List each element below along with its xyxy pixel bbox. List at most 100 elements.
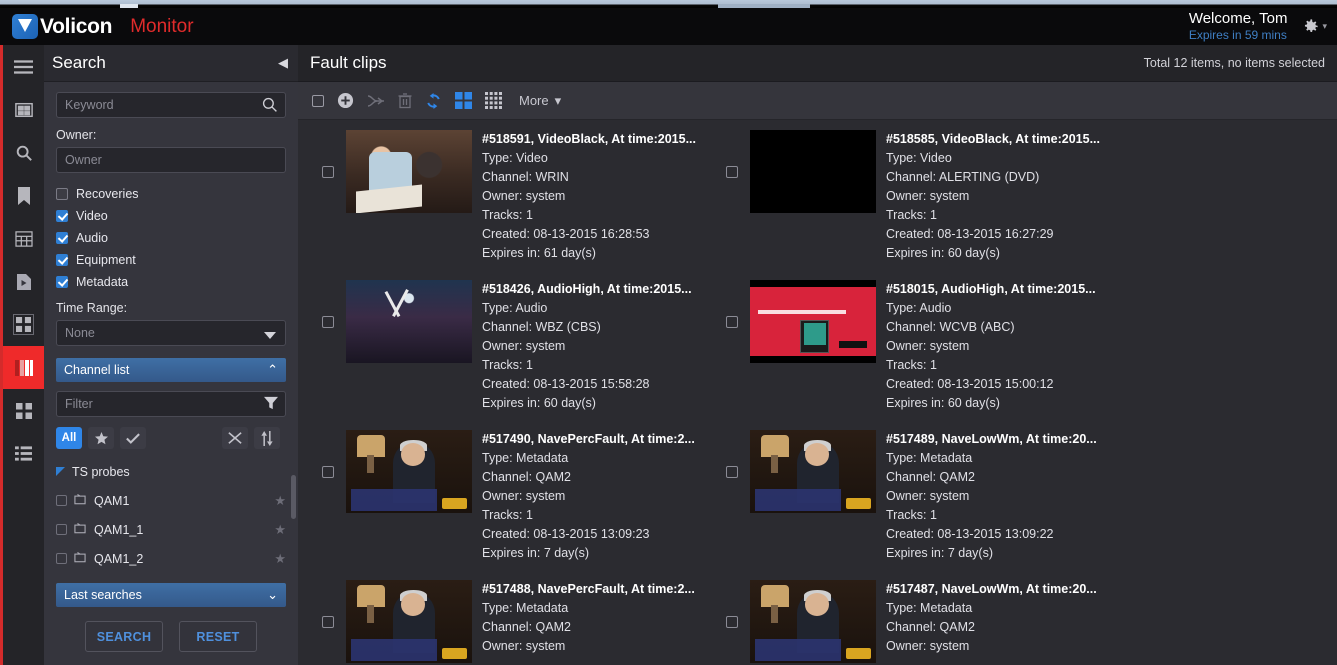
clip-card[interactable]: #517487, NaveLowWm, At time:20... Type: …: [714, 580, 1118, 665]
clip-thumbnail[interactable]: [346, 280, 472, 363]
list-icon: [15, 446, 32, 461]
clip-checkbox[interactable]: [726, 316, 738, 328]
grid-small-icon[interactable]: [485, 92, 502, 109]
time-range-label: Time Range:: [56, 301, 128, 315]
channel-checkbox[interactable]: [56, 524, 67, 535]
clip-card[interactable]: #517488, NavePercFault, At time:2... Typ…: [310, 580, 714, 665]
add-circle-icon[interactable]: [337, 92, 354, 109]
filter-checkbox-video[interactable]: Video: [56, 205, 286, 227]
channel-filter-input[interactable]: Filter: [56, 391, 286, 417]
rail-item-clips[interactable]: [3, 88, 44, 131]
clip-card[interactable]: #518426, AudioHigh, At time:2015... Type…: [310, 280, 714, 430]
favorite-star-icon[interactable]: ★: [274, 522, 286, 538]
main-header: Fault clips Total 12 items, no items sel…: [298, 45, 1337, 82]
clip-thumbnail[interactable]: [346, 580, 472, 663]
clip-checkbox[interactable]: [726, 616, 738, 628]
tree-group-ts-probes[interactable]: TS probes: [56, 457, 286, 486]
trash-icon[interactable]: [398, 92, 412, 109]
tree-item-qam1-1[interactable]: QAM1_1 ★: [56, 515, 286, 544]
rail-item-media[interactable]: [3, 260, 44, 303]
clip-thumbnail[interactable]: [346, 130, 472, 213]
funnel-icon[interactable]: [264, 396, 278, 413]
filter-checkbox-equipment[interactable]: Equipment: [56, 249, 286, 271]
clip-info: #517490, NavePercFault, At time:2... Typ…: [482, 430, 695, 563]
filter-checkbox-audio[interactable]: Audio: [56, 227, 286, 249]
clips-toolbar: More ▾: [298, 82, 1337, 120]
clip-thumbnail[interactable]: [750, 130, 876, 213]
brand-logo[interactable]: Volicon Monitor: [12, 14, 194, 39]
clip-checkbox[interactable]: [322, 166, 334, 178]
clip-card[interactable]: #517490, NavePercFault, At time:2... Typ…: [310, 430, 714, 580]
clip-thumbnail[interactable]: [750, 580, 876, 663]
tree-item-qam1-2[interactable]: QAM1_2 ★: [56, 544, 286, 573]
settings-menu-button[interactable]: ▾: [1301, 17, 1327, 36]
clip-card[interactable]: #518015, AudioHigh, At time:2015... Type…: [714, 280, 1118, 430]
clip-thumbnail[interactable]: [750, 430, 876, 513]
favorite-star-icon[interactable]: ★: [274, 551, 286, 567]
volicon-v-icon: [12, 14, 38, 39]
clip-owner: Owner: system: [482, 189, 566, 203]
clip-info: #518585, VideoBlack, At time:2015... Typ…: [886, 130, 1100, 263]
clip-checkbox[interactable]: [726, 166, 738, 178]
rail-item-search[interactable]: [3, 131, 44, 174]
tv-icon: [74, 493, 86, 508]
filter-checkbox-recoveries[interactable]: Recoveries: [56, 183, 286, 205]
clip-title: #517490, NavePercFault, At time:2...: [482, 432, 695, 446]
clip-card[interactable]: #517489, NaveLowWm, At time:20... Type: …: [714, 430, 1118, 580]
collapse-left-icon[interactable]: ◀: [278, 55, 288, 71]
clip-card[interactable]: #518591, VideoBlack, At time:2015... Typ…: [310, 130, 714, 280]
select-all-checkbox[interactable]: [312, 94, 324, 107]
segment-favorites[interactable]: [88, 427, 114, 449]
rail-item-bookmarks[interactable]: [3, 174, 44, 217]
grid-large-icon[interactable]: [455, 92, 472, 109]
owner-input[interactable]: Owner: [56, 147, 286, 173]
sort-button[interactable]: [254, 427, 280, 449]
shuffle-button[interactable]: [222, 427, 248, 449]
clip-checkbox[interactable]: [322, 316, 334, 328]
clip-card[interactable]: #518585, VideoBlack, At time:2015... Typ…: [714, 130, 1118, 280]
clip-type: Type: Video: [482, 151, 548, 165]
clip-thumbnail[interactable]: [750, 280, 876, 363]
clip-channel: Channel: QAM2: [482, 620, 571, 634]
checkbox-box: [56, 276, 68, 288]
session-expiry-label[interactable]: Expires in 59 mins: [1189, 28, 1288, 43]
segment-all[interactable]: All: [56, 427, 82, 449]
clip-checkbox[interactable]: [322, 616, 334, 628]
channel-list-header[interactable]: Channel list ⌃: [56, 358, 286, 382]
favorite-star-icon[interactable]: ★: [274, 493, 286, 509]
rail-item-tiles[interactable]: [3, 389, 44, 432]
more-menu-button[interactable]: More ▾: [519, 93, 561, 109]
reset-button[interactable]: RESET: [179, 621, 257, 652]
clip-tracks: Tracks: 1: [886, 508, 937, 522]
clip-title: #517489, NaveLowWm, At time:20...: [886, 432, 1097, 446]
search-icon[interactable]: [262, 97, 278, 116]
export-arrow-icon[interactable]: [367, 94, 385, 108]
keyword-input[interactable]: Keyword: [56, 92, 286, 118]
time-range-select[interactable]: None: [56, 320, 286, 346]
clip-created: Created: 08-13-2015 16:28:53: [482, 227, 650, 241]
clip-checkbox[interactable]: [726, 466, 738, 478]
rail-item-fault-clips[interactable]: [3, 346, 44, 389]
clip-thumbnail[interactable]: [346, 430, 472, 513]
search-button[interactable]: SEARCH: [85, 621, 163, 652]
clip-tracks: Tracks: 1: [482, 508, 533, 522]
filter-checkbox-metadata[interactable]: Metadata: [56, 271, 286, 293]
rail-item-dashboard[interactable]: [3, 303, 44, 346]
last-searches-title: Last searches: [64, 588, 142, 602]
rail-item-table[interactable]: [3, 217, 44, 260]
rail-item-menu[interactable]: [3, 45, 44, 88]
segment-selected[interactable]: [120, 427, 146, 449]
channel-checkbox[interactable]: [56, 495, 67, 506]
clip-checkbox[interactable]: [322, 466, 334, 478]
search-panel-header: Search ◀: [44, 45, 298, 82]
rail-item-list[interactable]: [3, 432, 44, 475]
product-name: Monitor: [130, 15, 194, 37]
search-panel-scrollbar[interactable]: [291, 475, 296, 519]
clip-info: #517489, NaveLowWm, At time:20... Type: …: [886, 430, 1097, 563]
refresh-icon[interactable]: [425, 92, 442, 109]
last-searches-header[interactable]: Last searches ⌄: [56, 583, 286, 607]
clip-type: Type: Metadata: [482, 601, 569, 615]
checkbox-label: Audio: [76, 231, 108, 245]
tree-item-qam1[interactable]: QAM1 ★: [56, 486, 286, 515]
channel-checkbox[interactable]: [56, 553, 67, 564]
